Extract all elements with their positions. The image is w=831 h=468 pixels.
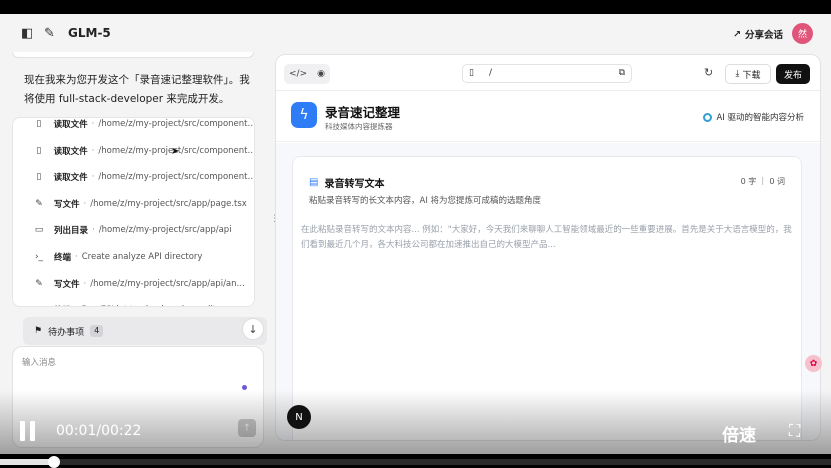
download-button[interactable]: ⤓ 下载 [725,64,771,84]
tool-name: 终端 [54,304,71,306]
view-mode-toggle[interactable]: </> ◉ [284,64,330,84]
tool-call-row[interactable]: ›_ 终端 · Create analyze API directory [13,244,254,270]
document-icon: ▤ [309,177,319,188]
tool-path: /home/z/my-project/src/app/api/analyz... [90,278,251,289]
mouse-cursor-icon: ➤ [171,146,180,157]
tool-path: /home/z/my-project/src/components... [98,172,255,183]
top-bar: ◧ ✎ GLM-5 ↗ 分享会话 然 [0,14,831,54]
tool-call-row[interactable]: ✎ 写文件 ·/home/z/my-project/src/app/page.tsx [13,191,254,217]
todo-count-badge: 4 [90,325,104,337]
separator: · [92,225,95,236]
transcript-textarea[interactable]: 在此粘贴录音转写的文本内容... 例如："大家好，今天我们来聊聊人工智能领域最近… [301,223,795,253]
message-input-placeholder: 输入消息 [22,358,57,368]
tool-name: 读取文件 [53,120,88,130]
tool-name: 写文件 [54,279,80,290]
open-external-icon[interactable]: ⧉ [619,68,625,78]
separator: · [75,252,78,262]
todo-bar[interactable]: ⚑ 待办事项 4 ↓ [23,317,267,345]
tool-name: 列出目录 [54,226,89,237]
assistant-message: 现在我来为您开发这个「录音速记整理软件」。我将使用 full-stack-dev… [24,74,250,105]
ai-tag-label: AI 驱动的智能内容分析 [716,113,804,123]
folder-icon: ▭ [34,225,44,236]
floating-assistant-icon[interactable]: ✿ [805,355,822,372]
tool-call-row[interactable]: ▯ 读取文件 ·/home/z/my-project/src/components.… [13,164,255,190]
terminal-icon: ›_ [34,252,44,262]
pen-icon: ✎ [35,198,43,209]
word-count: 0 字 ｜ 0 词 [740,177,785,186]
card-title-text: 录音转写文本 [324,179,385,190]
tool-name: 写文件 [54,199,80,210]
code-view-icon[interactable]: </> [289,69,307,79]
video-progress-knob[interactable] [48,456,60,468]
download-label: 下载 [742,70,761,81]
file-icon: ▯ [36,172,42,183]
preview-eye-icon[interactable]: ◉ [317,69,325,79]
avatar[interactable]: 然 [792,23,813,44]
tool-call-row[interactable]: ›_ 终端 · Run ESLint to check code quality [13,297,254,306]
pause-button[interactable] [20,421,38,441]
tool-path: /home/z/my-project/src/app/api [98,225,232,236]
tool-name: 读取文件 [53,146,88,157]
separator: · [91,172,95,183]
n-badge-button[interactable]: N [287,405,311,429]
separator: · [91,145,95,156]
card-description: 粘贴录音转写的长文本内容，AI 将为您提炼可成稿的选题角度 [309,196,542,206]
share-icon: ↗ [733,28,741,40]
tool-name: 终端 [54,253,72,263]
separator: · [91,119,95,129]
tool-path: /home/z/my-project/src/app/page.tsx [90,198,247,209]
file-icon: ▯ [36,145,42,156]
app-subtitle: 科技媒体内容提炼器 [325,122,393,131]
share-button[interactable]: ↗ 分享会话 [733,27,783,42]
tool-path: Run ESLint to check code quality [82,305,221,306]
app-window: ◧ ✎ GLM-5 ↗ 分享会话 然 现在我来为您开发这个「录音速记整理软件」。… [0,14,831,454]
tool-call-row[interactable]: ✎ 写文件 ·/home/z/my-project/src/app/api/anal… [13,271,254,297]
scroll-down-button[interactable]: ↓ [242,318,264,340]
flag-icon: ⚑ [34,326,43,336]
preview-panel: </> ◉ ▯ / ⧉ ↻ ⤓ 下载 发布 ϟ 录音速记整理 科技媒体内容提炼器… [275,54,821,441]
video-progress-fill [0,459,54,465]
app-name: 录音速记整理 [325,105,401,120]
share-label: 分享会话 [744,30,783,41]
app-header: ϟ 录音速记整理 科技媒体内容提炼器 AI 驱动的智能内容分析 [276,92,820,142]
preview-toolbar: </> ◉ ▯ / ⧉ ↻ ⤓ 下载 发布 [276,55,820,91]
todo-label: 待办事项 [48,327,85,338]
sidebar-toggle-icon[interactable]: ◧ [21,26,33,41]
url-path: / [489,68,493,78]
tool-call-row[interactable]: ▯ 读取文件 ·/home/z/my-project/src/components.… [13,138,254,164]
tool-name: 读取文件 [53,173,88,184]
url-bar[interactable]: ▯ / ⧉ [462,64,632,83]
download-icon: ⤓ [735,69,740,79]
previous-message-card [12,52,254,58]
clipboard-icon: ▯ [469,68,474,78]
pen-icon: ✎ [35,278,43,289]
separator: · [75,305,78,306]
refresh-icon[interactable]: ↻ [704,66,713,79]
app-title: GLM-5 [68,26,111,40]
file-icon: ▯ [36,119,42,129]
ai-feature-tag: AI 驱动的智能内容分析 [703,111,804,123]
separator: · [83,198,87,209]
video-controls-overlay [0,390,831,454]
tool-call-row[interactable]: ▯ 读取文件 ·/home/z/my-project/src/components.… [13,118,255,137]
fullscreen-icon[interactable]: ⛶ [789,421,809,441]
new-chat-icon[interactable]: ✎ [44,26,55,41]
video-time: 00:01/00:22 [56,423,142,439]
card-title: ▤ 录音转写文本 [309,175,384,190]
tool-path: /home/z/my-project/src/components... [98,119,255,129]
terminal-icon: ›_ [32,305,46,306]
ai-ring-icon [703,112,713,122]
separator: · [83,278,87,289]
tool-call-list[interactable]: ▯ 读取文件 ·/home/z/my-project/src/components.… [12,117,255,307]
publish-button[interactable]: 发布 [776,64,810,84]
tool-call-row[interactable]: ▭ 列出目录 ·/home/z/my-project/src/app/api [13,217,254,243]
playback-speed-button[interactable]: 倍速 [722,421,756,446]
lightning-logo-icon: ϟ [291,102,317,128]
tool-path: Create analyze API directory [81,252,203,262]
video-progress-bar[interactable] [0,456,831,468]
